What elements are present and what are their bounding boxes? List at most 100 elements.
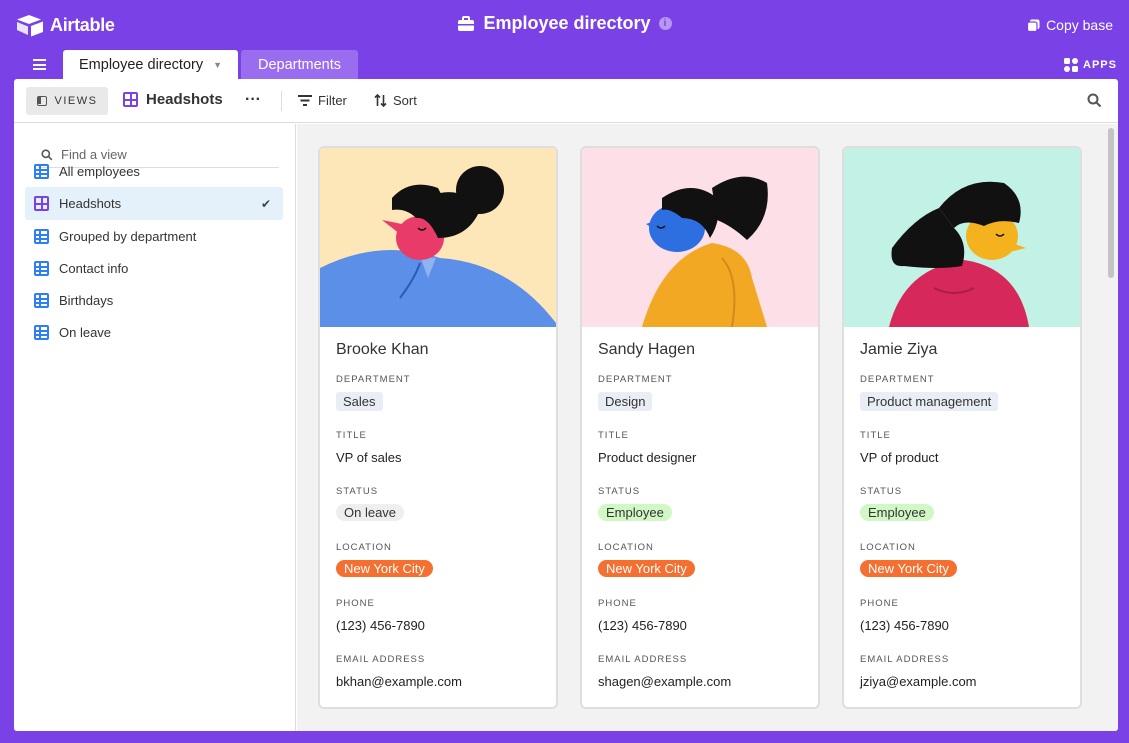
checkmark-icon: ✔	[260, 196, 271, 211]
phone-value: (123) 456-7890	[598, 618, 687, 633]
tab-departments[interactable]: Departments	[241, 50, 358, 79]
grid-view-icon	[34, 229, 49, 244]
record-card[interactable]: Jamie Ziya DEPARTMENT Product management…	[842, 146, 1082, 709]
tab-employee-directory[interactable]: Employee directory ▼	[63, 50, 238, 79]
sidebar-item-label: Headshots	[59, 196, 122, 211]
department-value: Product management	[860, 392, 999, 411]
department-label: DEPARTMENT	[860, 374, 935, 385]
record-name: Brooke Khan	[336, 341, 429, 358]
email-label: EMAIL ADDRESS	[336, 654, 426, 665]
table-tab-bar: Employee directory ▼ Departments APPS	[0, 50, 1129, 79]
email-value: jziya@example.com	[860, 674, 977, 689]
current-view-name: Headshots	[146, 91, 223, 108]
search-icon[interactable]	[1087, 93, 1102, 113]
title-value: VP of sales	[336, 450, 402, 465]
title-label: TITLE	[598, 430, 629, 441]
apps-icon	[1064, 58, 1079, 72]
sort-button[interactable]: Sort	[374, 93, 417, 108]
grid-view-icon	[34, 164, 49, 179]
tab-label: Departments	[257, 56, 341, 73]
location-label: LOCATION	[336, 542, 392, 553]
email-label: EMAIL ADDRESS	[598, 654, 688, 665]
current-view[interactable]: Headshots	[123, 91, 223, 108]
grid-view-icon	[34, 293, 49, 308]
title-label: TITLE	[860, 430, 891, 441]
filter-button[interactable]: Filter	[298, 93, 347, 108]
info-icon[interactable]: i	[658, 17, 672, 30]
tab-label: Employee directory	[79, 56, 204, 73]
record-name: Sandy Hagen	[598, 341, 695, 358]
record-card[interactable]: Sandy Hagen DEPARTMENT Design TITLE Prod…	[580, 146, 820, 709]
headshot-image	[582, 148, 818, 327]
title-value: Product designer	[598, 450, 697, 465]
views-sidebar: All employees Headshots ✔ Grouped by dep…	[14, 124, 296, 731]
sidebar-item-label: All employees	[59, 164, 140, 179]
more-options-icon[interactable]: ···	[245, 91, 261, 109]
location-label: LOCATION	[860, 542, 916, 553]
vertical-scrollbar[interactable]	[1108, 128, 1114, 278]
hamburger-menu-icon[interactable]	[33, 59, 46, 70]
toolbar-divider	[281, 91, 282, 111]
caret-down-icon[interactable]: ▼	[213, 60, 222, 70]
title-label: TITLE	[336, 430, 367, 441]
phone-label: PHONE	[336, 598, 375, 609]
sidebar-item-label: On leave	[59, 325, 112, 340]
title-value: VP of product	[860, 450, 939, 465]
phone-label: PHONE	[598, 598, 637, 609]
grid-view-icon	[34, 261, 49, 276]
sort-icon	[374, 94, 387, 107]
phone-value: (123) 456-7890	[860, 618, 949, 633]
status-badge: Employee	[598, 504, 672, 521]
sidebar-item-all-employees[interactable]: All employees	[25, 155, 283, 188]
view-toolbar: VIEWS Headshots ··· Filter Sort	[14, 79, 1118, 123]
location-badge: New York City	[598, 560, 695, 577]
filter-label: Filter	[318, 93, 347, 108]
main-panel: VIEWS Headshots ··· Filter Sort Find a v…	[14, 79, 1118, 731]
phone-value: (123) 456-7890	[336, 618, 425, 633]
headshot-image	[844, 148, 1080, 327]
phone-label: PHONE	[860, 598, 899, 609]
location-badge: New York City	[860, 560, 957, 577]
status-label: STATUS	[598, 486, 641, 497]
sidebar-item-label: Contact info	[59, 261, 129, 276]
filter-icon	[298, 95, 312, 106]
status-badge: On leave	[336, 504, 405, 521]
status-label: STATUS	[860, 486, 903, 497]
base-title-text[interactable]: Employee directory	[483, 13, 650, 34]
apps-label: APPS	[1083, 59, 1117, 71]
department-label: DEPARTMENT	[336, 374, 411, 385]
gallery-view-icon	[123, 92, 138, 107]
sidebar-item-label: Grouped by department	[59, 229, 197, 244]
department-value: Sales	[336, 392, 383, 411]
gallery-view-icon	[34, 196, 49, 211]
record-card[interactable]: Brooke Khan DEPARTMENT Sales TITLE VP of…	[318, 146, 558, 709]
views-toggle-button[interactable]: VIEWS	[26, 87, 108, 115]
status-label: STATUS	[336, 486, 379, 497]
sidebar-item-birthdays[interactable]: Birthdays	[25, 284, 283, 317]
briefcase-icon	[458, 15, 475, 31]
email-label: EMAIL ADDRESS	[860, 654, 950, 665]
sidebar-item-label: Birthdays	[59, 293, 114, 308]
copy-icon	[1027, 19, 1040, 32]
record-name: Jamie Ziya	[860, 341, 938, 358]
email-value: bkhan@example.com	[336, 674, 462, 689]
copy-base-button[interactable]: Copy base	[1027, 17, 1113, 33]
sidebar-item-contact-info[interactable]: Contact info	[25, 252, 283, 285]
sidebar-item-on-leave[interactable]: On leave	[25, 316, 283, 349]
sidebar-toggle-icon	[36, 96, 47, 106]
sidebar-item-grouped-by-department[interactable]: Grouped by department	[25, 220, 283, 253]
headshot-image	[320, 148, 556, 327]
location-badge: New York City	[336, 560, 433, 577]
sort-label: Sort	[393, 93, 417, 108]
copy-base-label: Copy base	[1046, 17, 1113, 33]
base-title: Employee directory i	[0, 13, 1129, 34]
gallery-view: Brooke Khan DEPARTMENT Sales TITLE VP of…	[297, 124, 1118, 731]
email-value: shagen@example.com	[598, 674, 732, 689]
location-label: LOCATION	[598, 542, 654, 553]
views-label: VIEWS	[54, 95, 98, 107]
department-value: Design	[598, 392, 653, 411]
apps-button[interactable]: APPS	[1064, 58, 1117, 72]
department-label: DEPARTMENT	[598, 374, 673, 385]
sidebar-item-headshots[interactable]: Headshots ✔	[25, 187, 283, 220]
app-header: Airtable Employee directory i Copy base	[0, 0, 1129, 50]
